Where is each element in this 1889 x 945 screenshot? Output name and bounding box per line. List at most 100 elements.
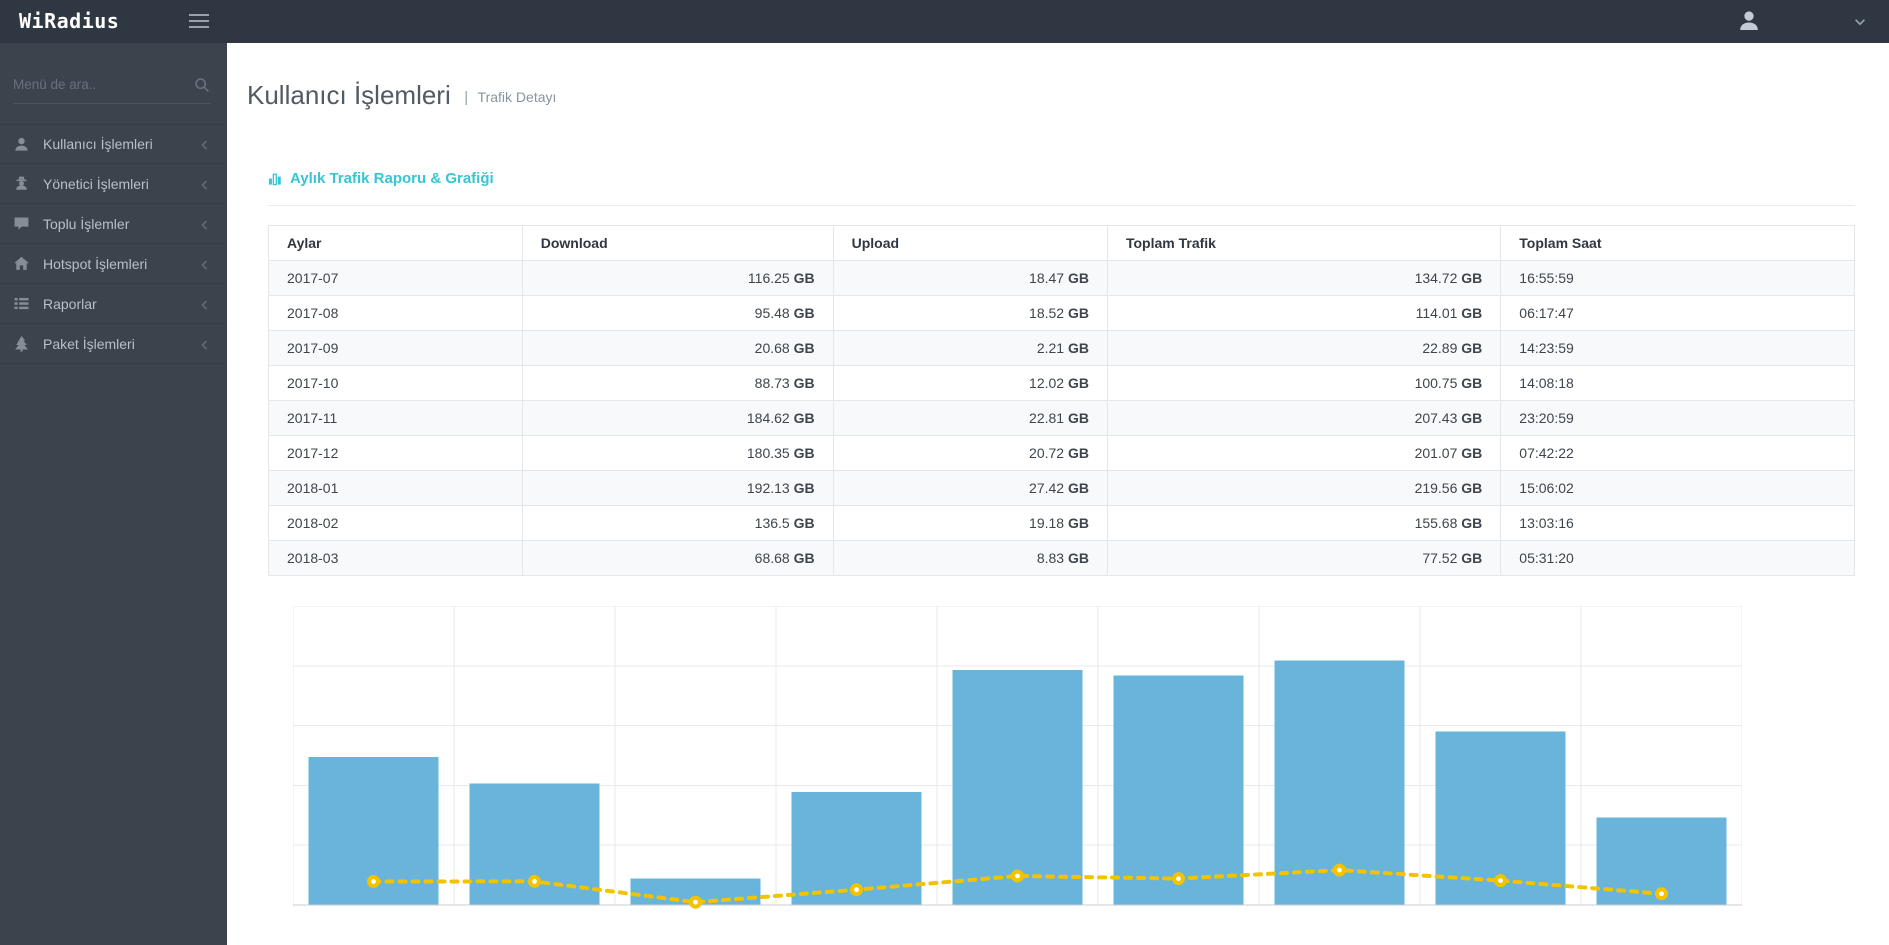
table-cell: 136.5 GB — [522, 506, 833, 541]
table-cell: 219.56 GB — [1107, 471, 1500, 506]
table-cell: 06:17:47 — [1501, 296, 1855, 331]
table-row: 2018-0368.68 GB8.83 GB77.52 GB05:31:20 — [269, 541, 1855, 576]
chevron-left-icon — [199, 138, 211, 150]
chevron-left-icon — [199, 218, 211, 230]
search-input[interactable] — [13, 77, 178, 92]
section-title: Aylık Trafik Raporu & Grafiği — [290, 170, 494, 187]
chevron-left-icon — [199, 298, 211, 310]
table-cell: 100.75 GB — [1107, 366, 1500, 401]
table-cell: 155.68 GB — [1107, 506, 1500, 541]
sidebar-item-hotspot-i-lemleri[interactable]: Hotspot İşlemleri — [0, 244, 227, 284]
main-content: Kullanıcı İşlemleri | Trafik Detayı Aylı… — [227, 43, 1889, 940]
sidebar-item-y-netici-i-lemleri[interactable]: Yönetici İşlemleri — [0, 164, 227, 204]
sidebar-item-label: Hotspot İşlemleri — [43, 256, 199, 272]
page-subtitle: Trafik Detayı — [478, 89, 557, 105]
divider — [268, 205, 1855, 206]
column-header: Download — [522, 226, 833, 261]
sidebar-item-raporlar[interactable]: Raporlar — [0, 284, 227, 324]
table-cell: 2.21 GB — [833, 331, 1107, 366]
table-cell: 134.72 GB — [1107, 261, 1500, 296]
page-head: Kullanıcı İşlemleri | Trafik Detayı — [227, 43, 1889, 111]
table-row: 2018-02136.5 GB19.18 GB155.68 GB13:03:16 — [269, 506, 1855, 541]
sidebar-search — [13, 76, 211, 104]
sidebar-item-label: Kullanıcı İşlemleri — [43, 136, 199, 152]
table-cell: 2017-08 — [269, 296, 523, 331]
table-cell: 2018-01 — [269, 471, 523, 506]
table-cell: 13:03:16 — [1501, 506, 1855, 541]
table-cell: 2017-11 — [269, 401, 523, 436]
table-row: 2017-0895.48 GB18.52 GB114.01 GB06:17:47 — [269, 296, 1855, 331]
chevron-left-icon — [199, 338, 211, 350]
table-cell: 14:23:59 — [1501, 331, 1855, 366]
table-cell: 8.83 GB — [833, 541, 1107, 576]
traffic-report-portlet: Aylık Trafik Raporu & Grafiği AylarDownl… — [268, 170, 1855, 940]
column-header: Upload — [833, 226, 1107, 261]
table-cell: 180.35 GB — [522, 436, 833, 471]
table-cell: 192.13 GB — [522, 471, 833, 506]
column-header: Toplam Saat — [1501, 226, 1855, 261]
sidebar-item-label: Yönetici İşlemleri — [43, 176, 199, 192]
table-cell: 95.48 GB — [522, 296, 833, 331]
table-cell: 77.52 GB — [1107, 541, 1500, 576]
monthly-traffic-report-link[interactable]: Aylık Trafik Raporu & Grafiği — [268, 170, 494, 187]
sidebar: Kullanıcı İşlemleri Yönetici İşlemleri Top… — [0, 43, 227, 945]
column-header: Toplam Trafik — [1107, 226, 1500, 261]
user-icon — [13, 136, 30, 153]
user-icon[interactable] — [1737, 9, 1761, 33]
table-cell: 23:20:59 — [1501, 401, 1855, 436]
table-cell: 12.02 GB — [833, 366, 1107, 401]
page-title-separator: | — [464, 89, 468, 106]
table-cell: 27.42 GB — [833, 471, 1107, 506]
table-row: 2018-01192.13 GB27.42 GB219.56 GB15:06:0… — [269, 471, 1855, 506]
table-cell: 2017-12 — [269, 436, 523, 471]
table-cell: 2017-07 — [269, 261, 523, 296]
sidebar-item-label: Paket İşlemleri — [43, 336, 199, 352]
table-cell: 114.01 GB — [1107, 296, 1500, 331]
table-cell: 68.68 GB — [522, 541, 833, 576]
list-icon — [13, 295, 30, 312]
table-cell: 22.81 GB — [833, 401, 1107, 436]
sidebar-item-paket-i-lemleri[interactable]: Paket İşlemleri — [0, 324, 227, 364]
table-cell: 14:08:18 — [1501, 366, 1855, 401]
app-logo: WiRadius — [19, 0, 119, 43]
table-row: 2017-07116.25 GB18.47 GB134.72 GB16:55:5… — [269, 261, 1855, 296]
sidebar-item-toplu-i-lemler[interactable]: Toplu İşlemler — [0, 204, 227, 244]
sidebar-item-kullan-c-i-lemleri[interactable]: Kullanıcı İşlemleri — [0, 124, 227, 164]
table-cell: 88.73 GB — [522, 366, 833, 401]
table-cell: 207.43 GB — [1107, 401, 1500, 436]
hamburger-icon[interactable] — [189, 14, 209, 32]
sidebar-item-label: Toplu İşlemler — [43, 216, 199, 232]
table-cell: 16:55:59 — [1501, 261, 1855, 296]
chevron-left-icon — [199, 258, 211, 270]
tree-icon — [13, 335, 30, 352]
table-cell: 116.25 GB — [522, 261, 833, 296]
page-title: Kullanıcı İşlemleri — [247, 80, 451, 110]
admin-user-icon — [13, 175, 30, 192]
table-cell: 18.52 GB — [833, 296, 1107, 331]
top-navbar: WiRadius — [0, 0, 1889, 43]
chevron-down-icon[interactable] — [1853, 15, 1867, 29]
table-cell: 07:42:22 — [1501, 436, 1855, 471]
traffic-chart — [293, 606, 1742, 940]
table-cell: 2018-02 — [269, 506, 523, 541]
table-cell: 2017-09 — [269, 331, 523, 366]
table-cell: 22.89 GB — [1107, 331, 1500, 366]
table-header-row: AylarDownloadUploadToplam TrafikToplam S… — [269, 226, 1855, 261]
table-cell: 20.68 GB — [522, 331, 833, 366]
table-cell: 19.18 GB — [833, 506, 1107, 541]
table-cell: 184.62 GB — [522, 401, 833, 436]
table-cell: 15:06:02 — [1501, 471, 1855, 506]
bar-chart-icon — [268, 171, 283, 186]
sidebar-item-label: Raporlar — [43, 296, 199, 312]
search-icon[interactable] — [194, 77, 210, 93]
traffic-table: AylarDownloadUploadToplam TrafikToplam S… — [268, 225, 1855, 576]
table-cell: 2017-10 — [269, 366, 523, 401]
table-row: 2017-11184.62 GB22.81 GB207.43 GB23:20:5… — [269, 401, 1855, 436]
chevron-left-icon — [199, 178, 211, 190]
table-cell: 05:31:20 — [1501, 541, 1855, 576]
table-cell: 20.72 GB — [833, 436, 1107, 471]
sidebar-menu: Kullanıcı İşlemleri Yönetici İşlemleri Top… — [0, 124, 227, 364]
home-icon — [13, 255, 30, 272]
column-header: Aylar — [269, 226, 523, 261]
table-cell: 18.47 GB — [833, 261, 1107, 296]
